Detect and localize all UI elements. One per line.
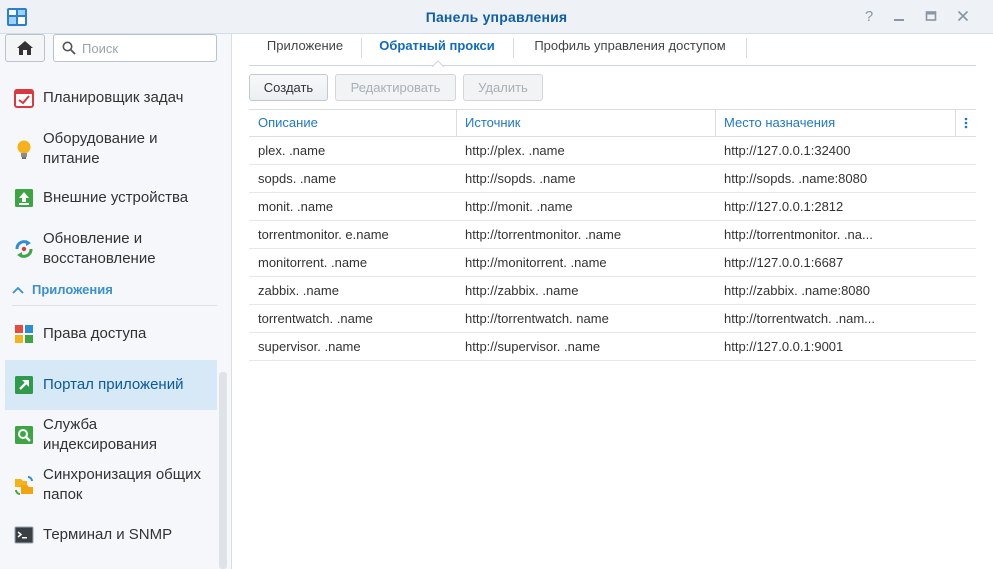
window-title: Панель управления bbox=[425, 9, 568, 25]
cell-destination: http://torrentwatch. .nam... bbox=[724, 311, 876, 326]
table-row[interactable]: zabbix. .name http://zabbix. .name http:… bbox=[249, 277, 976, 305]
column-separator bbox=[955, 110, 956, 137]
home-button[interactable] bbox=[5, 34, 45, 62]
cell-source: http://monitorrent. .name bbox=[465, 255, 607, 270]
cell-description: torrentmonitor. e.name bbox=[258, 227, 389, 242]
create-button[interactable]: Создать bbox=[249, 74, 328, 101]
cell-description: supervisor. .name bbox=[258, 339, 361, 354]
section-label: Приложения bbox=[32, 282, 113, 297]
folder-sync-icon bbox=[13, 474, 35, 496]
sidebar-item-application-portal[interactable]: Портал приложений bbox=[5, 360, 217, 410]
sidebar-item-label: Планировщик задач bbox=[43, 89, 184, 106]
sidebar-item-label: Оборудование и питание bbox=[43, 130, 158, 167]
upload-arrow-icon bbox=[13, 187, 35, 209]
title-bar: Панель управления ? bbox=[0, 0, 993, 34]
table-row[interactable]: supervisor. .name http://supervisor. .na… bbox=[249, 333, 976, 361]
sidebar-item-external-devices[interactable]: Внешние устройства bbox=[5, 186, 217, 210]
cell-source: http://torrentmonitor. .name bbox=[465, 227, 622, 242]
sidebar-item-label: Терминал и SNMP bbox=[43, 526, 173, 543]
sidebar-item-label: Портал приложений bbox=[43, 376, 184, 393]
sidebar-item-label: Внешние устройства bbox=[43, 189, 189, 206]
tab-separator bbox=[746, 38, 747, 58]
update-arrows-icon bbox=[13, 238, 35, 260]
cell-destination: http://zabbix. .name:8080 bbox=[724, 283, 870, 298]
delete-button[interactable]: Удалить bbox=[463, 74, 543, 101]
sidebar-scrollbar[interactable] bbox=[219, 372, 227, 569]
table-header: Описание Источник Место назначения bbox=[249, 109, 976, 137]
cell-source: http://zabbix. .name bbox=[465, 283, 579, 298]
column-header-destination[interactable]: Место назначения bbox=[715, 110, 955, 137]
calendar-check-icon bbox=[13, 87, 35, 109]
sidebar-item-shared-folder-sync[interactable]: Синхронизация общих папок bbox=[5, 464, 217, 506]
cell-source: http://monit. .name bbox=[465, 199, 573, 214]
sidebar-item-label: Синхронизация общих папок bbox=[43, 466, 201, 503]
sidebar-item-indexing-service[interactable]: Служба индексирования bbox=[5, 414, 217, 456]
cell-description: plex. .name bbox=[258, 143, 326, 158]
cell-description: sopds. .name bbox=[258, 171, 337, 186]
sidebar-item-label: Права доступа bbox=[43, 325, 147, 342]
app-grid-icon bbox=[13, 323, 35, 345]
sidebar: Планировщик задач Оборудование и питание… bbox=[0, 34, 232, 569]
minimize-icon[interactable] bbox=[888, 6, 910, 28]
cell-destination: http://sopds. .name:8080 bbox=[724, 171, 868, 186]
portal-arrow-icon bbox=[13, 374, 35, 396]
sidebar-item-access-rights[interactable]: Права доступа bbox=[5, 322, 217, 346]
home-icon bbox=[17, 41, 33, 55]
lightbulb-icon bbox=[13, 138, 35, 160]
cell-description: zabbix. .name bbox=[258, 283, 339, 298]
tab-bar: Приложение Обратный прокси Профиль управ… bbox=[249, 34, 976, 67]
cell-description: monitorrent. .name bbox=[258, 255, 368, 270]
cell-source: http://sopds. .name bbox=[465, 171, 576, 186]
edit-button[interactable]: Редактировать bbox=[335, 74, 456, 101]
sidebar-item-label: Служба индексирования bbox=[43, 416, 157, 453]
main-panel: Приложение Обратный прокси Профиль управ… bbox=[233, 34, 993, 569]
column-header-source[interactable]: Источник bbox=[456, 110, 715, 137]
cell-source: http://supervisor. .name bbox=[465, 339, 601, 354]
sidebar-item-label: Обновление и восстановление bbox=[43, 230, 156, 267]
table-row[interactable]: monitorrent. .name http://monitorrent. .… bbox=[249, 249, 976, 277]
cell-destination: http://127.0.0.1:32400 bbox=[724, 143, 851, 158]
search-icon bbox=[62, 41, 76, 55]
sidebar-item-terminal-snmp[interactable]: Терминал и SNMP bbox=[5, 523, 217, 547]
divider bbox=[12, 305, 217, 306]
sidebar-item-update-restore[interactable]: Обновление и восстановление bbox=[5, 228, 217, 270]
table-row[interactable]: torrentmonitor. e.name http://torrentmon… bbox=[249, 221, 976, 249]
cell-destination: http://torrentmonitor. .na... bbox=[724, 227, 873, 242]
tab-application[interactable]: Приложение bbox=[249, 34, 361, 66]
sidebar-item-task-scheduler[interactable]: Планировщик задач bbox=[5, 86, 217, 110]
cell-destination: http://127.0.0.1:9001 bbox=[724, 339, 844, 354]
cell-description: torrentwatch. .name bbox=[258, 311, 373, 326]
cell-description: monit. .name bbox=[258, 199, 334, 214]
magnifier-icon bbox=[13, 424, 35, 446]
table-row[interactable]: monit. .name http://monit. .name http://… bbox=[249, 193, 976, 221]
table-row[interactable]: plex. .name http://plex. .name http://12… bbox=[249, 137, 976, 165]
cell-source: http://plex. .name bbox=[465, 143, 565, 158]
search-input[interactable] bbox=[82, 39, 212, 57]
sidebar-item-hardware-power[interactable]: Оборудование и питание bbox=[5, 128, 217, 170]
table-row[interactable]: torrentwatch. .name http://torrentwatch.… bbox=[249, 305, 976, 333]
cell-source: http://torrentwatch. name bbox=[465, 311, 609, 326]
reverse-proxy-table: Описание Источник Место назначения plex.… bbox=[249, 109, 976, 361]
help-icon[interactable]: ? bbox=[858, 6, 880, 28]
search-box[interactable] bbox=[53, 34, 217, 62]
maximize-icon[interactable] bbox=[920, 6, 942, 28]
column-header-description[interactable]: Описание bbox=[249, 110, 456, 137]
tab-access-control-profile[interactable]: Профиль управления доступом bbox=[514, 34, 746, 66]
cell-destination: http://127.0.0.1:6687 bbox=[724, 255, 844, 270]
close-icon[interactable] bbox=[952, 6, 974, 28]
section-header-applications[interactable]: Приложения bbox=[12, 282, 217, 297]
terminal-icon bbox=[13, 524, 35, 546]
active-tab-caret bbox=[432, 60, 444, 67]
table-row[interactable]: sopds. .name http://sopds. .name http://… bbox=[249, 165, 976, 193]
chevron-up-icon bbox=[12, 286, 24, 294]
column-menu-icon[interactable] bbox=[960, 116, 972, 130]
cell-destination: http://127.0.0.1:2812 bbox=[724, 199, 844, 214]
